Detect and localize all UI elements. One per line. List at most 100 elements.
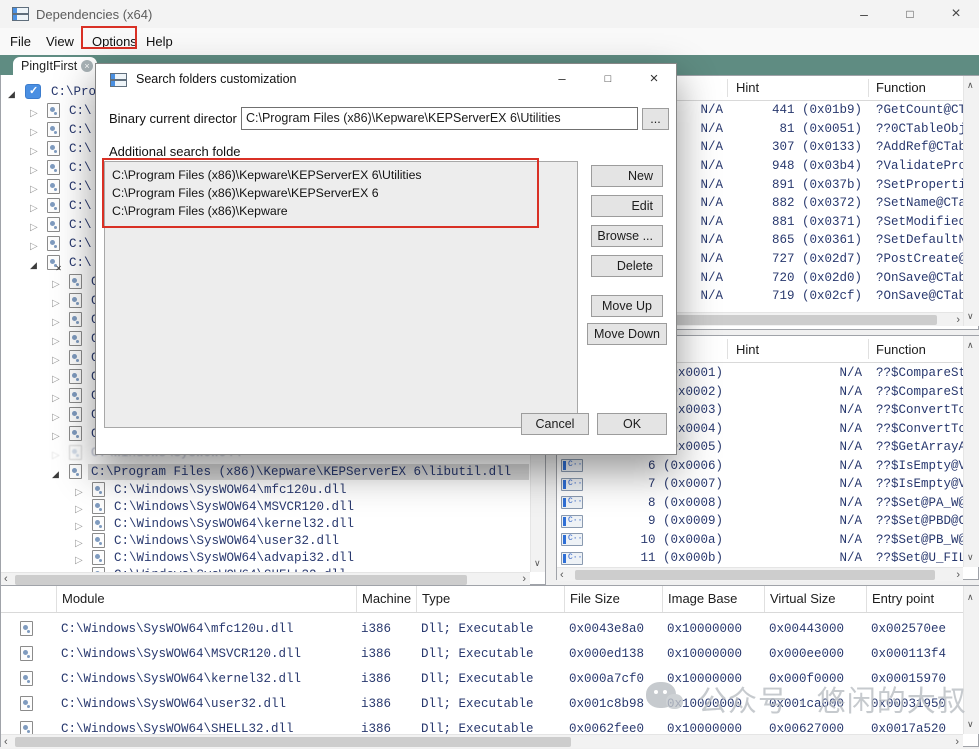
browse-dots-button[interactable]: ...	[642, 108, 669, 130]
entry-point-column-header[interactable]: Entry point	[866, 586, 963, 612]
dialog-maximize-button[interactable]: □	[588, 64, 628, 94]
expander-icon[interactable]	[30, 177, 45, 196]
scroll-down-icon[interactable]: ∨	[534, 558, 541, 569]
scroll-right-icon[interactable]: ›	[956, 569, 960, 581]
imports-hscroll-thumb[interactable]	[675, 315, 937, 325]
expander-icon[interactable]	[52, 405, 67, 424]
tab-pingitfirst[interactable]: PingItFirst ×	[13, 57, 97, 75]
expander-icon[interactable]	[30, 101, 45, 120]
scroll-down-icon[interactable]: ∨	[967, 719, 974, 730]
expander-icon[interactable]	[52, 310, 67, 329]
tree-item[interactable]: C:\Windows\SysWOW64\kernel32.dll	[2, 515, 529, 532]
scroll-up-icon[interactable]: ∧	[967, 592, 974, 603]
dialog-minimize-button[interactable]: –	[542, 64, 582, 94]
expander-icon[interactable]	[30, 234, 45, 253]
binary-directory-input[interactable]: C:\Program Files (x86)\Kepware\KEPServer…	[241, 107, 638, 130]
tree-item[interactable]: C:\Windows\SysWOW64\MSVCR120.dll	[2, 498, 529, 515]
tree-item[interactable]: C:\Windows\SysWOW64\user32.dll	[2, 532, 529, 549]
export-row[interactable]: 7 (0x0007) N/A ??$IsEmpty@V	[557, 475, 963, 494]
module-row[interactable]: C:\Windows\SysWOW64\MSVCR120.dll i386 Dl…	[1, 641, 963, 666]
export-row[interactable]: 6 (0x0006) N/A ??$IsEmpty@V	[557, 457, 963, 476]
export-row[interactable]: 11 (0x000b) N/A ??$Set@U_FIL	[557, 549, 963, 567]
export-row[interactable]: 9 (0x0009) N/A ??$Set@PBD@C	[557, 512, 963, 531]
maximize-button[interactable]: □	[887, 0, 933, 28]
modules-horizontal-scrollbar[interactable]: ‹ ›	[1, 734, 963, 748]
cancel-button[interactable]: Cancel	[521, 413, 589, 435]
virtual-size-column-header[interactable]: Virtual Size	[764, 586, 866, 612]
scroll-right-icon[interactable]: ›	[522, 573, 526, 585]
tab-close-icon[interactable]: ×	[81, 60, 93, 72]
scroll-left-icon[interactable]: ‹	[4, 736, 8, 748]
exports-hscroll-thumb[interactable]	[575, 570, 935, 580]
move-down-button[interactable]: Move Down	[587, 323, 667, 345]
machine-column-header[interactable]: Machine	[356, 586, 416, 612]
menu-options[interactable]: Options	[86, 28, 143, 55]
expander-icon[interactable]	[30, 253, 45, 272]
expander-icon[interactable]	[75, 565, 90, 572]
module-column-header[interactable]: Module	[56, 586, 356, 612]
imports-hint-header[interactable]: Hint	[736, 80, 759, 95]
type-column-header[interactable]: Type	[416, 586, 564, 612]
delete-button[interactable]: Delete	[591, 255, 663, 277]
export-row[interactable]: 8 (0x0008) N/A ??$Set@PA_W@	[557, 494, 963, 513]
new-button[interactable]: New	[591, 165, 663, 187]
scroll-right-icon[interactable]: ›	[956, 314, 960, 326]
expander-icon[interactable]	[30, 120, 45, 139]
move-up-button[interactable]: Move Up	[591, 295, 663, 317]
minimize-button[interactable]: –	[841, 0, 887, 28]
expander-icon[interactable]	[30, 139, 45, 158]
search-folders-list[interactable]: C:\Program Files (x86)\Kepware\KEPServer…	[104, 161, 578, 428]
menu-help[interactable]: Help	[140, 28, 179, 55]
module-row[interactable]: C:\Windows\SysWOW64\SHELL32.dll i386 Dll…	[1, 716, 963, 734]
tree-hscroll-thumb[interactable]	[15, 575, 467, 585]
menu-view[interactable]: View	[40, 28, 80, 55]
scroll-up-icon[interactable]: ∧	[967, 340, 974, 351]
dialog-close-button[interactable]: ×	[634, 64, 674, 94]
expander-icon[interactable]	[52, 291, 67, 310]
imports-function-header[interactable]: Function	[876, 80, 926, 95]
module-row[interactable]: C:\Windows\SysWOW64\kernel32.dll i386 Dl…	[1, 666, 963, 691]
expander-icon[interactable]	[52, 443, 67, 462]
expander-icon[interactable]	[30, 215, 45, 234]
imports-vertical-scrollbar[interactable]: ∧ ∨	[963, 76, 979, 326]
scroll-down-icon[interactable]: ∨	[967, 552, 974, 563]
scroll-left-icon[interactable]: ‹	[560, 569, 564, 581]
file-size-column-header[interactable]: File Size	[564, 586, 662, 612]
search-folder-item[interactable]: C:\Program Files (x86)\Kepware\KEPServer…	[112, 184, 577, 202]
tree-horizontal-scrollbar[interactable]: ‹ ›	[1, 572, 530, 585]
expander-icon[interactable]	[30, 158, 45, 177]
image-base-column-header[interactable]: Image Base	[662, 586, 764, 612]
browse-button[interactable]: Browse ...	[591, 225, 663, 247]
expander-icon[interactable]	[52, 424, 67, 443]
close-button[interactable]: ×	[933, 0, 979, 28]
tree-item[interactable]: C:\Windows\SysWOW64\mfc120u.dll	[2, 481, 529, 498]
exports-function-header[interactable]: Function	[876, 342, 926, 357]
modules-hscroll-thumb[interactable]	[15, 737, 571, 747]
exports-hint-header[interactable]: Hint	[736, 342, 759, 357]
expander-icon[interactable]	[52, 386, 67, 405]
expander-icon[interactable]	[52, 367, 67, 386]
module-row[interactable]: C:\Windows\SysWOW64\user32.dll i386 Dll;…	[1, 691, 963, 716]
tree-item[interactable]: C:\Program Files (x86)\Kepware\KEPServer…	[2, 462, 529, 481]
search-folder-item[interactable]: C:\Program Files (x86)\Kepware	[112, 202, 577, 220]
scroll-up-icon[interactable]: ∧	[967, 80, 974, 91]
expander-icon[interactable]	[8, 82, 23, 101]
search-folder-item[interactable]: C:\Program Files (x86)\Kepware\KEPServer…	[112, 166, 577, 184]
ok-button[interactable]: OK	[597, 413, 667, 435]
expander-icon[interactable]	[30, 196, 45, 215]
export-row[interactable]: 10 (0x000a) N/A ??$Set@PB_W@	[557, 531, 963, 550]
exports-vertical-scrollbar[interactable]: ∧ ∨	[963, 336, 979, 567]
module-row[interactable]: C:\Windows\SysWOW64\mfc120u.dll i386 Dll…	[1, 616, 963, 641]
expander-icon[interactable]	[52, 348, 67, 367]
expander-icon[interactable]	[52, 329, 67, 348]
scroll-left-icon[interactable]: ‹	[4, 573, 8, 585]
modules-vertical-scrollbar[interactable]: ∧ ∨	[963, 586, 979, 734]
edit-button[interactable]: Edit	[591, 195, 663, 217]
expander-icon[interactable]	[52, 462, 67, 481]
scroll-right-icon[interactable]: ›	[955, 736, 959, 748]
scroll-down-icon[interactable]: ∨	[967, 311, 974, 322]
tree-item[interactable]: C:\Windows\SysWOW64\advapi32.dll	[2, 549, 529, 566]
menu-file[interactable]: File	[4, 28, 37, 55]
expander-icon[interactable]	[52, 272, 67, 291]
exports-horizontal-scrollbar[interactable]: ‹ ›	[557, 567, 963, 581]
